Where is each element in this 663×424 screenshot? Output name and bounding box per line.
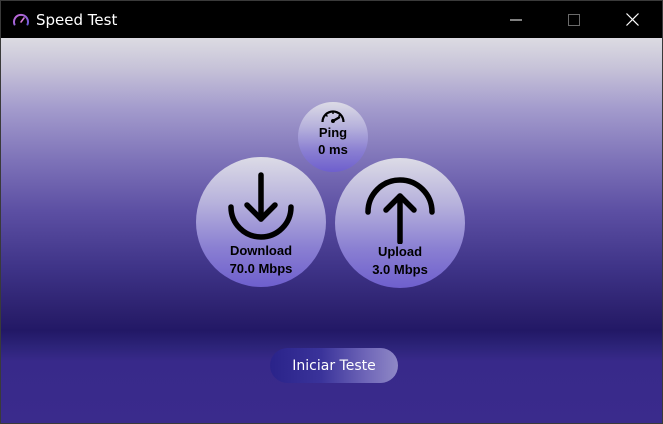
- main-content: Ping 0 ms Download 70.0 Mbps Upload 3.0 …: [1, 38, 662, 423]
- gauge-icon: [321, 110, 345, 123]
- download-label: Download: [229, 243, 293, 258]
- download-value: 70.0 Mbps: [229, 261, 293, 276]
- minimize-button[interactable]: [487, 1, 545, 38]
- app-window: Speed Test Ping 0 ms Download 70.0 Mbps …: [0, 0, 663, 424]
- upload-arrow-icon: [365, 177, 435, 244]
- window-title: Speed Test: [36, 11, 118, 29]
- title-bar[interactable]: Speed Test: [1, 1, 662, 38]
- ping-value: 0 ms: [318, 142, 348, 157]
- download-indicator: Download 70.0 Mbps: [196, 157, 326, 287]
- close-button[interactable]: [603, 1, 661, 38]
- minimize-icon: [510, 19, 522, 20]
- download-arrow-icon: [228, 172, 294, 240]
- upload-indicator: Upload 3.0 Mbps: [335, 158, 465, 288]
- close-icon: [625, 13, 639, 26]
- upload-value: 3.0 Mbps: [372, 262, 428, 277]
- maximize-icon: [568, 13, 580, 26]
- ping-indicator: Ping 0 ms: [298, 102, 368, 172]
- upload-label: Upload: [377, 244, 423, 259]
- speedometer-icon: [13, 13, 29, 26]
- ping-label: Ping: [318, 125, 348, 140]
- maximize-button[interactable]: [545, 1, 603, 38]
- start-test-button[interactable]: Iniciar Teste: [270, 348, 398, 383]
